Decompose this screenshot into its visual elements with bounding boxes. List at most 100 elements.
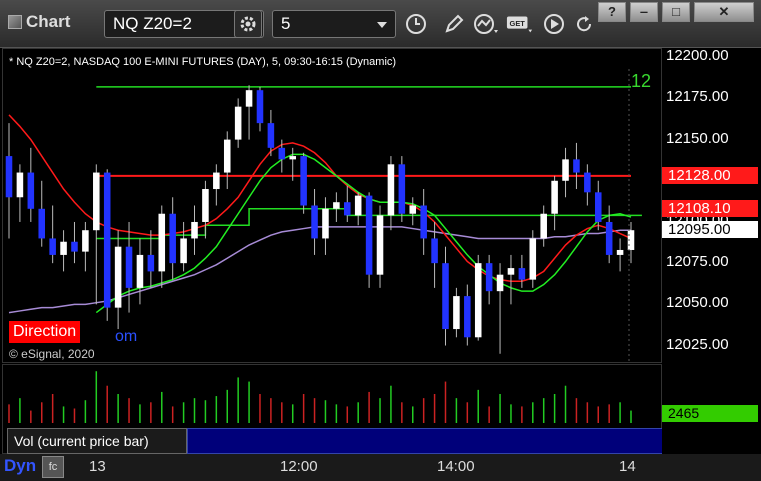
price-tag: 12128.00	[662, 166, 758, 184]
get-icon[interactable]: GET	[506, 10, 534, 38]
candle-body	[453, 296, 460, 330]
volume-chart-canvas	[8, 371, 632, 423]
candle-body	[27, 172, 35, 209]
pencil-icon[interactable]	[440, 10, 468, 38]
green-level-label: 12	[631, 71, 652, 91]
candle-body	[158, 213, 166, 272]
candle-body	[507, 268, 515, 275]
candle-body	[573, 159, 580, 173]
candle-body	[38, 208, 46, 239]
dyn-settings-icon[interactable]: fc	[42, 456, 64, 478]
direction-tail-text: om	[115, 328, 138, 345]
candle-body	[322, 208, 329, 239]
candle-body	[245, 90, 253, 107]
interval-value: 5	[281, 14, 291, 33]
candle-body	[518, 268, 526, 280]
interval-input[interactable]: 5	[272, 10, 396, 38]
candle-body	[464, 296, 471, 338]
play-icon[interactable]	[540, 10, 568, 38]
candle-body	[387, 164, 395, 216]
price-tick-label: 12050.00	[666, 294, 729, 312]
volume-legend[interactable]: Vol (current price bar) ×	[7, 427, 198, 454]
app-title: Chart	[8, 12, 70, 32]
chart-logo-icon	[8, 15, 22, 29]
candle-body	[311, 205, 318, 239]
candle-body	[420, 205, 427, 239]
maximize-button[interactable]: □	[662, 2, 690, 22]
chart-info-line: * NQ Z20=2, NASDAQ 100 E-MINI FUTURES (D…	[9, 56, 397, 68]
candle-body	[114, 246, 122, 308]
study-icon[interactable]	[472, 10, 500, 38]
price-chart[interactable]: * NQ Z20=2, NASDAQ 100 E-MINI FUTURES (D…	[2, 48, 662, 363]
candle-body	[202, 189, 209, 222]
candle-body	[551, 180, 558, 214]
candle-body	[93, 172, 100, 231]
clock-icon[interactable]	[402, 10, 430, 38]
close-button[interactable]: ✕	[694, 2, 754, 22]
title-bar: Chart NQ Z20=2 5 GET ? ‒ □ ✕	[0, 0, 761, 48]
candle-body	[442, 263, 449, 330]
volume-value-tag: 2465	[662, 405, 758, 422]
candle-body	[584, 172, 591, 193]
candle-body	[289, 156, 296, 160]
candle-body	[82, 230, 89, 252]
refresh-icon[interactable]	[570, 10, 598, 38]
candle-body	[594, 192, 602, 222]
candle-body	[267, 123, 275, 148]
time-tick-label: 14:00	[437, 458, 475, 475]
price-tick-label: 12025.00	[666, 335, 729, 353]
candle-body	[49, 238, 56, 255]
time-tick-label: 14	[619, 458, 636, 475]
dyn-label-text: Dyn	[4, 456, 37, 475]
candle-body	[60, 241, 67, 255]
candle-body	[223, 139, 231, 173]
price-tag: 12108.10	[662, 199, 758, 217]
app-title-text: Chart	[26, 12, 71, 31]
candle-body	[529, 238, 537, 280]
price-chart-canvas[interactable]	[3, 49, 661, 362]
red-ma-line	[8, 114, 632, 283]
candle-body	[496, 274, 504, 292]
candle-body	[136, 254, 144, 288]
candle-body	[398, 164, 406, 214]
svg-text:GET: GET	[510, 19, 526, 28]
candle-body	[213, 172, 220, 190]
candle-body	[431, 238, 438, 264]
candle-body	[169, 213, 176, 264]
time-tick-label: 12:00	[280, 458, 318, 475]
volume-axis: 2465	[662, 364, 761, 454]
candle-body	[278, 147, 286, 160]
price-tick-label: 12075.00	[666, 253, 729, 271]
candle-body	[540, 213, 547, 239]
purple-ma-line	[8, 226, 631, 314]
volume-study-bar	[187, 428, 663, 454]
time-axis[interactable]: Dyn fc 13 12:00 14:00 14	[0, 454, 761, 481]
direction-badge: Direction	[9, 321, 81, 343]
copyright: © eSignal, 2020	[9, 347, 95, 361]
candle-body	[256, 90, 264, 124]
volume-panel[interactable]: Vol (current price bar) ×	[2, 364, 663, 454]
candle-body	[562, 159, 569, 181]
candle-body	[474, 263, 482, 338]
candle-body	[5, 156, 13, 198]
candle-body	[616, 249, 624, 255]
candle-body	[354, 195, 362, 216]
candle-body	[234, 106, 242, 140]
candle-body	[103, 172, 111, 308]
candle-body	[485, 263, 493, 292]
candle-body	[300, 156, 307, 206]
candle-body	[365, 195, 373, 275]
price-tick-label: 12150.00	[666, 129, 729, 147]
candle-body	[333, 202, 340, 209]
candle-body	[125, 246, 133, 288]
minimize-button[interactable]: ‒	[630, 2, 658, 22]
help-button[interactable]: ?	[598, 2, 626, 22]
candle-body	[344, 202, 351, 216]
price-axis[interactable]: 12200.0012175.0012150.0012125.0012100.00…	[662, 47, 761, 363]
candle-body	[376, 215, 384, 275]
gear-icon[interactable]	[234, 10, 262, 38]
candle-body	[605, 221, 613, 255]
time-tick-label: 13	[89, 458, 106, 475]
candle-body	[409, 205, 417, 214]
chevron-down-icon[interactable]	[377, 22, 387, 28]
